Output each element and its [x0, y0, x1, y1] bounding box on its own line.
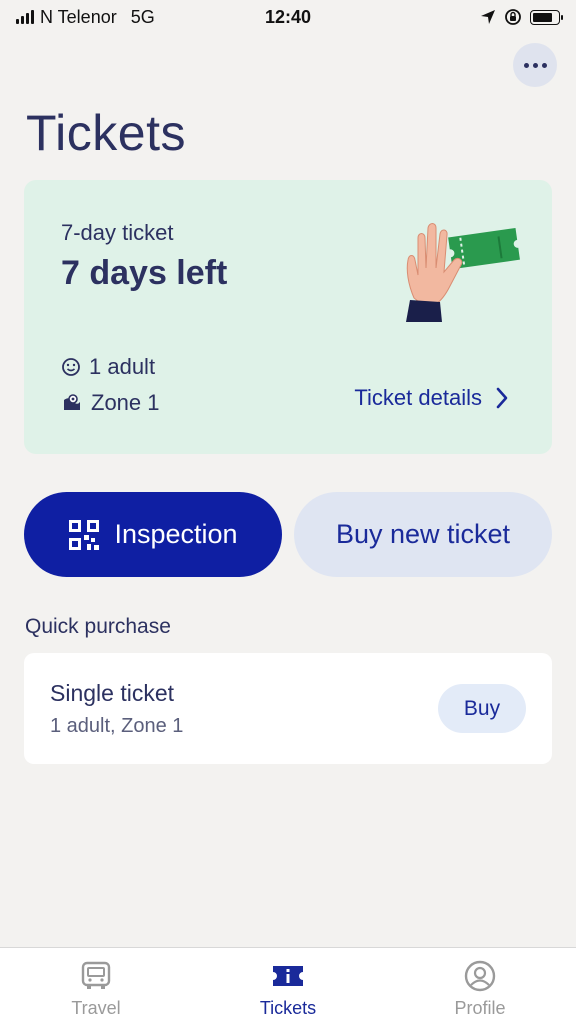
inspection-label: Inspection — [114, 519, 238, 549]
map-pin-icon — [64, 394, 80, 410]
tab-tickets-label: Tickets — [259, 998, 317, 1018]
quick-purchase-card: Single ticket 1 adult, Zone 1 Buy — [24, 653, 552, 764]
quick-purchase-subtitle: 1 adult, Zone 1 — [50, 715, 184, 737]
cellular-signal-icon — [16, 10, 34, 24]
ticket-type: 7-day ticket — [61, 220, 174, 245]
status-bar-right — [480, 8, 563, 26]
buy-new-ticket-label: Buy new ticket — [335, 519, 511, 549]
ticket-details-label: Ticket details — [354, 385, 482, 410]
inspection-button[interactable]: Inspection — [24, 492, 282, 577]
tab-profile-label: Profile — [454, 998, 506, 1018]
ticket-details-link[interactable]: Ticket details — [354, 385, 508, 411]
buy-new-ticket-button[interactable]: Buy new ticket — [294, 492, 552, 577]
ticket-travellers-row: 1 adult — [61, 354, 155, 380]
chevron-right-icon — [496, 387, 508, 409]
ticket-days-left: 7 days left — [61, 254, 228, 292]
page-title: Tickets — [26, 105, 186, 161]
status-bar-left: N Telenor 5G — [16, 7, 216, 28]
carrier-label: N Telenor — [40, 6, 117, 27]
buy-label: Buy — [463, 696, 501, 720]
ticket-icon — [273, 966, 303, 986]
battery-fill — [533, 12, 553, 22]
tab-travel-label: Travel — [71, 998, 121, 1018]
profile-icon — [464, 960, 496, 992]
active-ticket-card[interactable]: 7-day ticket 7 days left 1 adult Zone 1 … — [24, 180, 552, 454]
orientation-lock-icon — [505, 9, 521, 25]
buy-button[interactable]: Buy — [438, 684, 526, 733]
network-label: 5G — [130, 6, 155, 27]
battery-icon — [530, 9, 563, 25]
tab-tickets[interactable]: Tickets — [192, 948, 384, 1024]
bus-icon — [81, 961, 111, 989]
more-horizontal-icon — [523, 62, 529, 68]
quick-purchase-heading: Quick purchase — [25, 615, 171, 638]
hand-holding-ticket-illustration — [406, 223, 520, 322]
status-bar: N Telenor 5G 12:40 — [0, 0, 576, 34]
ticket-travellers: 1 adult — [89, 354, 156, 379]
ticket-zone-row: Zone 1 — [61, 390, 160, 416]
smiley-icon — [62, 358, 80, 376]
tab-travel[interactable]: Travel — [0, 948, 192, 1024]
tab-profile[interactable]: Profile — [384, 948, 576, 1024]
quick-purchase-title: Single ticket — [50, 680, 175, 706]
more-options-button[interactable] — [513, 43, 557, 87]
qr-code-icon — [69, 519, 100, 550]
tab-bar: Travel Tickets Profile — [0, 947, 576, 1024]
location-arrow-icon — [481, 10, 495, 24]
ticket-zone: Zone 1 — [91, 390, 160, 415]
